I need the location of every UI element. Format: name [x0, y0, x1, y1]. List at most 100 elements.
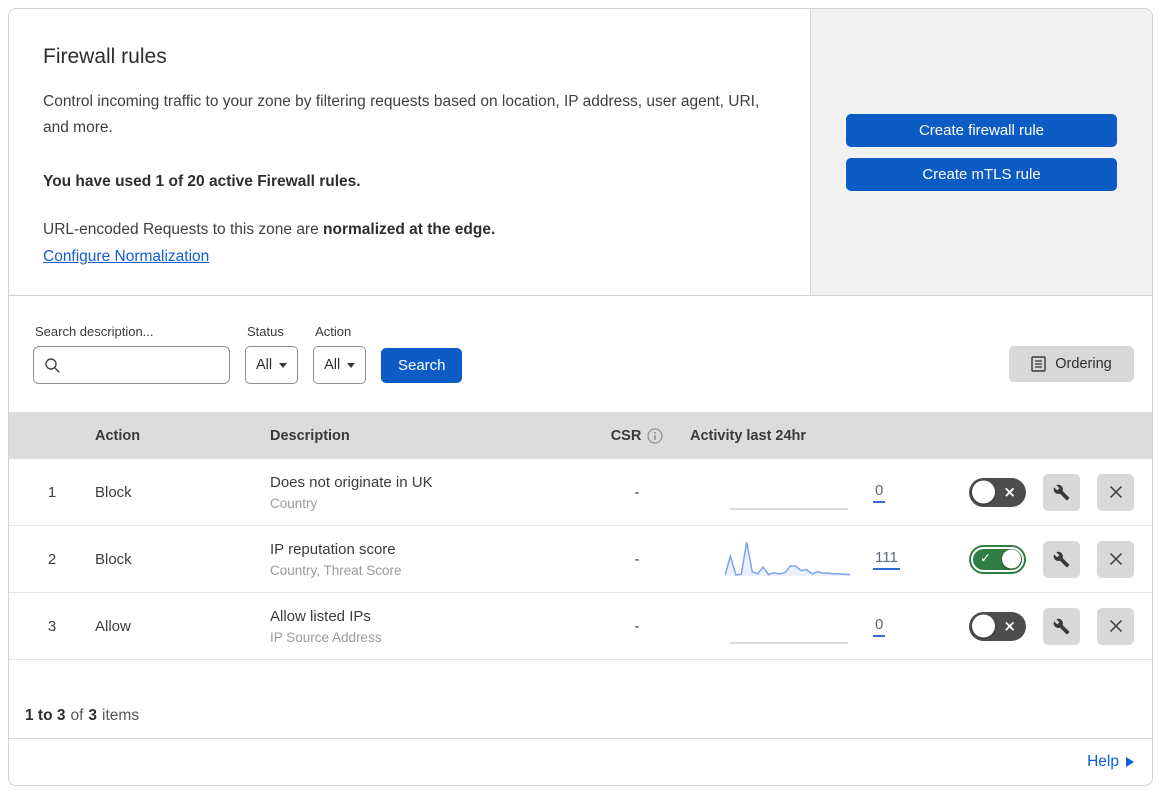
activity-sparkline [725, 541, 850, 576]
rule-action: Allow [95, 617, 131, 635]
header-actions-panel: Create firewall rule Create mTLS rule [811, 9, 1152, 295]
activity-sparkline [729, 642, 848, 644]
status-dropdown[interactable]: All [245, 346, 299, 384]
normalization-bold: normalized at the edge. [323, 221, 496, 238]
page-title: Firewall rules [43, 45, 167, 68]
action-filter-group: Action All [313, 324, 367, 384]
edit-rule-button[interactable] [1043, 473, 1080, 511]
action-value: All [324, 357, 341, 373]
ordering-label: Ordering [1055, 356, 1112, 372]
toggle-knob [972, 480, 995, 504]
rule-fields: Country, Threat Score [270, 562, 402, 578]
status-filter-group: Status All [245, 324, 299, 384]
wrench-icon [1053, 484, 1070, 501]
filter-bar: Search description... Status All Action … [9, 296, 1152, 412]
status-label: Status [247, 324, 284, 339]
pagination-total: 3 [88, 707, 98, 724]
rule-description-title: Does not originate in UK [270, 473, 433, 491]
rule-row: 1 Block Does not originate in UK Country… [9, 459, 1152, 526]
arrow-right-icon [1126, 757, 1134, 767]
action-label: Action [315, 324, 352, 339]
search-label: Search description... [35, 324, 154, 339]
rule-priority: 1 [47, 483, 57, 501]
rule-enabled-toggle[interactable]: ✓ [971, 546, 1024, 572]
rule-activity: 0 [682, 605, 910, 647]
rule-enabled-toggle[interactable]: × [969, 477, 1026, 507]
create-mtls-rule-button[interactable]: Create mTLS rule [846, 157, 1117, 191]
rule-description-title: Allow listed IPs [270, 607, 371, 625]
search-input[interactable] [67, 347, 229, 383]
rule-priority: 2 [47, 550, 57, 568]
search-group: Search description... [33, 324, 230, 384]
rule-fields: Country [270, 495, 318, 511]
delete-rule-button[interactable] [1097, 607, 1134, 645]
header-section: Firewall rules Control incoming traffic … [9, 9, 1152, 296]
col-description: Description [270, 427, 350, 444]
rule-enabled-toggle[interactable]: × [969, 611, 1026, 641]
toggle-knob [1002, 549, 1021, 569]
rule-csr: - [634, 483, 640, 501]
pagination-summary: 1 to 3 of 3 items [9, 660, 1152, 739]
rule-controls: × [910, 473, 1152, 511]
toggle-state-icon: ✓ [980, 551, 991, 567]
rule-description: Does not originate in UK Country [270, 474, 592, 511]
ordering-button[interactable]: Ordering [1009, 346, 1134, 382]
help-link[interactable]: Help [1087, 753, 1134, 771]
activity-count-link[interactable]: 0 [873, 482, 886, 503]
help-row: Help [9, 739, 1152, 785]
rule-activity: 0 [682, 471, 910, 513]
info-icon[interactable] [647, 427, 663, 444]
pagination-items-label: items [102, 707, 140, 724]
firewall-rules-card: Firewall rules Control incoming traffic … [8, 8, 1153, 786]
rule-controls: × [910, 607, 1152, 645]
rule-activity: 111 [682, 538, 910, 580]
pagination-of: of [70, 707, 84, 724]
rule-description: Allow listed IPs IP Source Address [270, 608, 592, 645]
page-description: Control incoming traffic to your zone by… [43, 93, 760, 136]
normalization-prefix: URL-encoded Requests to this zone are [43, 221, 324, 238]
table-body: 1 Block Does not originate in UK Country… [9, 459, 1152, 660]
edit-rule-button[interactable] [1043, 607, 1080, 645]
rule-priority: 3 [47, 617, 57, 635]
delete-rule-button[interactable] [1097, 473, 1134, 511]
table-header: Action Description CSR Activity last 24h… [9, 412, 1152, 459]
rule-controls: ✓ [910, 540, 1152, 578]
rule-csr: - [634, 617, 640, 635]
header-text-panel: Firewall rules Control incoming traffic … [9, 9, 811, 295]
rule-row: 3 Allow Allow listed IPs IP Source Addre… [9, 593, 1152, 660]
csr-label: CSR [610, 427, 642, 444]
rule-action: Block [95, 483, 132, 501]
search-button[interactable]: Search [381, 348, 463, 383]
help-label: Help [1087, 753, 1119, 770]
activity-count-link[interactable]: 111 [873, 549, 900, 570]
activity-count-link[interactable]: 0 [873, 616, 886, 637]
wrench-icon [1053, 618, 1070, 635]
action-dropdown[interactable]: All [313, 346, 367, 384]
status-value: All [256, 357, 273, 373]
toggle-state-icon: × [1003, 617, 1016, 635]
col-csr: CSR [592, 428, 682, 444]
toggle-knob [972, 614, 995, 638]
ordering-list-icon [1031, 356, 1046, 372]
rule-fields: IP Source Address [270, 629, 382, 645]
delete-rule-button[interactable] [1097, 540, 1134, 578]
rule-description-title: IP reputation score [270, 540, 396, 558]
close-icon [1109, 619, 1123, 633]
normalization-notice: URL-encoded Requests to this zone are no… [43, 221, 770, 239]
activity-sparkline [729, 508, 848, 510]
rule-row: 2 Block IP reputation score Country, Thr… [9, 526, 1152, 593]
pagination-range: 1 to 3 [25, 707, 66, 724]
search-box[interactable] [33, 346, 230, 384]
chevron-down-icon [279, 362, 288, 368]
create-firewall-rule-button[interactable]: Create firewall rule [846, 113, 1117, 147]
col-activity: Activity last 24hr [690, 427, 807, 444]
rule-description: IP reputation score Country, Threat Scor… [270, 541, 592, 578]
rule-csr: - [634, 550, 640, 568]
close-icon [1109, 552, 1123, 566]
configure-normalization-link[interactable]: Configure Normalization [43, 248, 209, 265]
chevron-down-icon [347, 362, 356, 368]
wrench-icon [1053, 551, 1070, 568]
close-icon [1109, 485, 1123, 499]
search-icon [44, 357, 61, 374]
edit-rule-button[interactable] [1043, 540, 1080, 578]
